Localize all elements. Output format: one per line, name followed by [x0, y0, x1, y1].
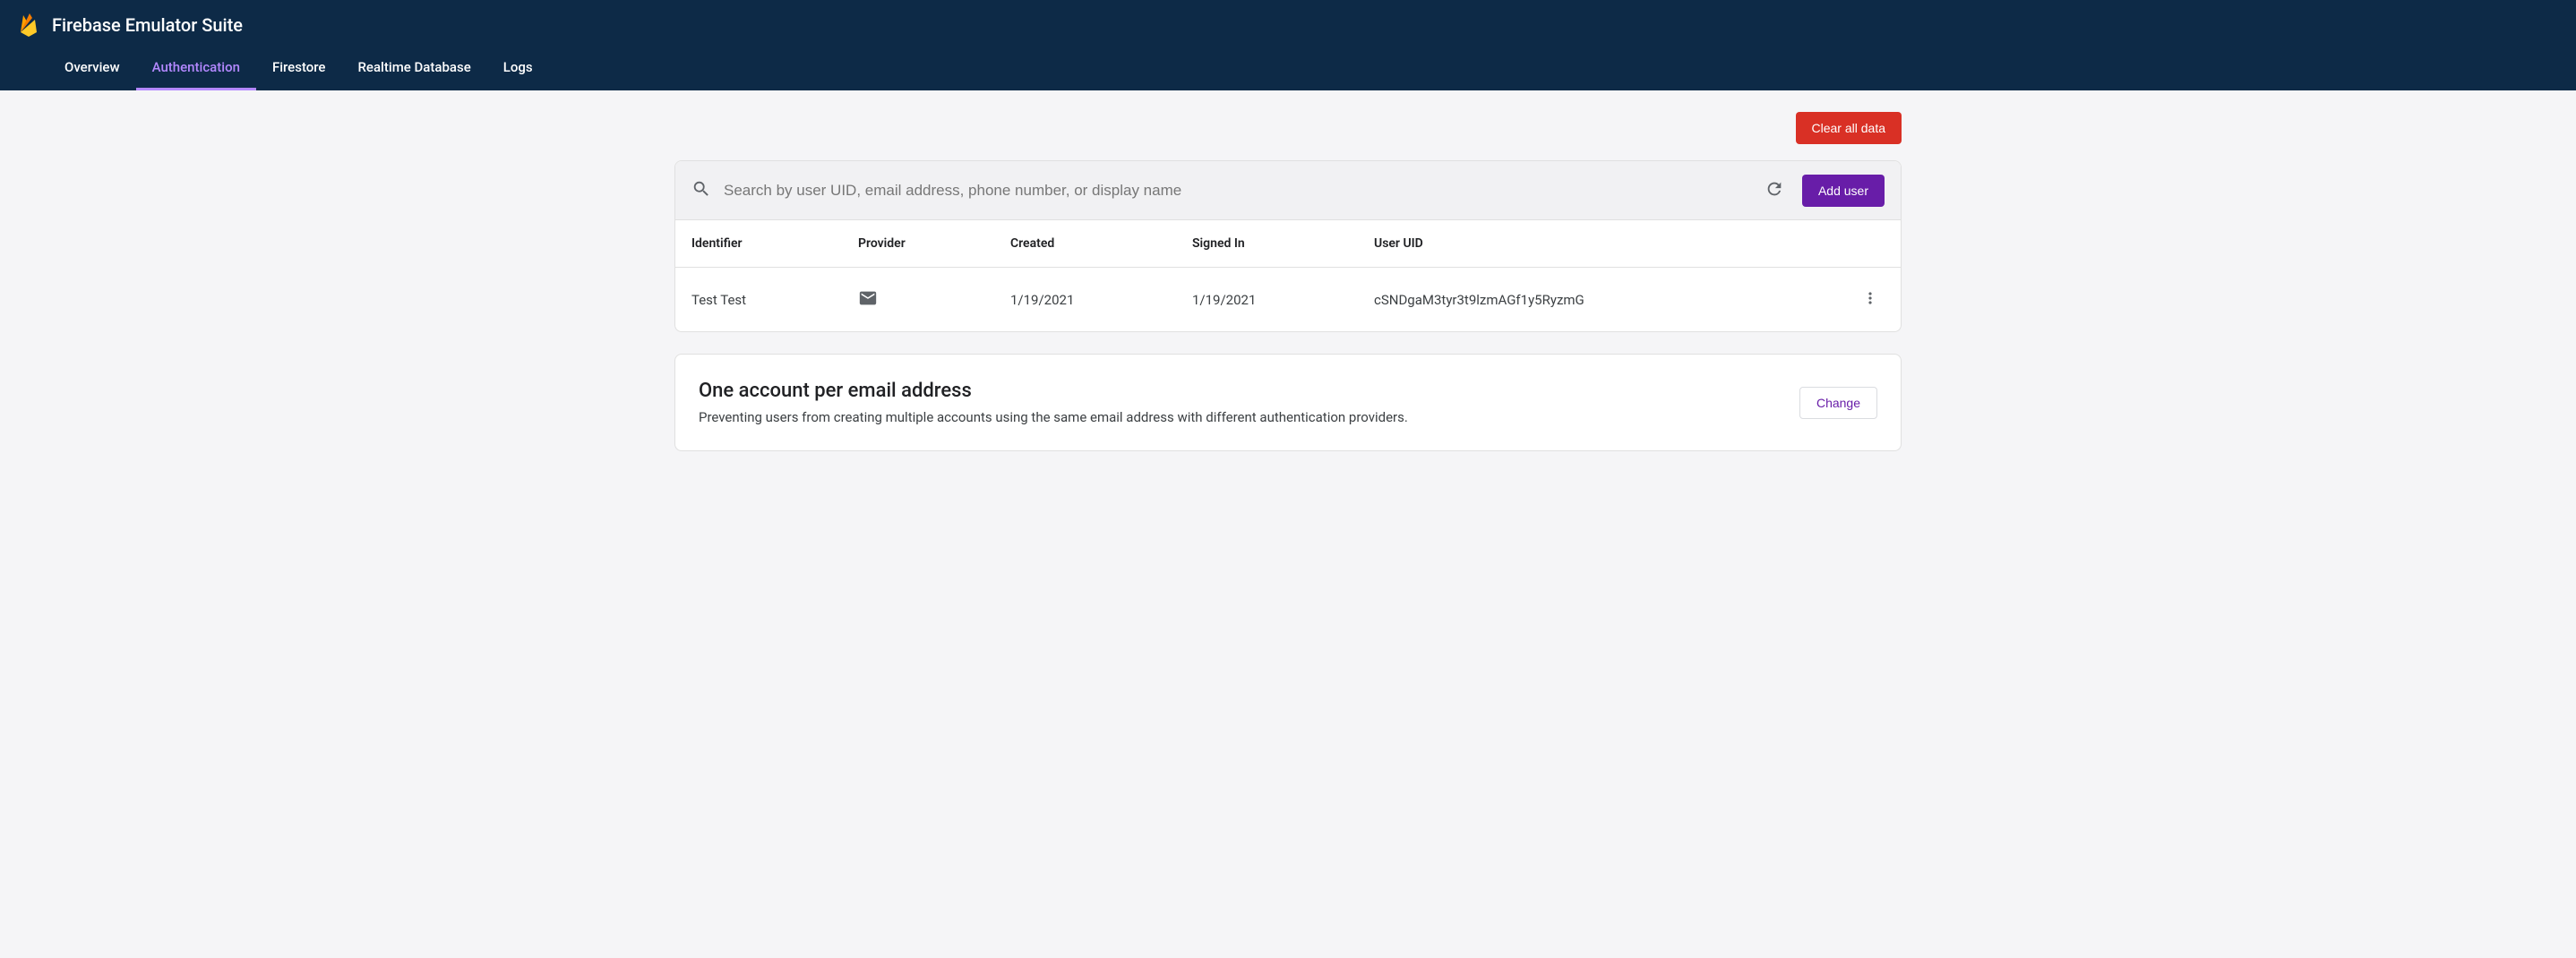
row-more-button[interactable] [1856, 284, 1885, 315]
row-actions [1831, 284, 1885, 315]
firebase-logo-icon [18, 13, 39, 38]
column-header-created: Created [1010, 236, 1192, 251]
cell-user-uid: cSNDgaM3tyr3t9lzmAGf1y5RyzmG [1374, 292, 1831, 308]
cell-identifier: Test Test [691, 292, 858, 308]
clear-all-data-button[interactable]: Clear all data [1796, 112, 1902, 144]
column-header-provider: Provider [858, 236, 1010, 251]
refresh-button[interactable] [1759, 174, 1790, 207]
column-header-identifier: Identifier [691, 236, 858, 251]
settings-card: One account per email address Preventing… [674, 354, 1902, 451]
search-toolbar: Add user [675, 161, 1901, 220]
tab-logs[interactable]: Logs [487, 47, 549, 90]
tab-overview[interactable]: Overview [48, 47, 136, 90]
table-row: Test Test 1/19/2021 1/19/2021 cSNDgaM3ty… [675, 268, 1901, 331]
change-button[interactable]: Change [1799, 387, 1877, 419]
settings-text: One account per email address Preventing… [699, 380, 1408, 425]
tab-firestore[interactable]: Firestore [256, 47, 342, 90]
settings-description: Preventing users from creating multiple … [699, 409, 1408, 425]
settings-title: One account per email address [699, 380, 1408, 402]
header-top-row: Firebase Emulator Suite [0, 0, 2576, 47]
tab-realtime-database[interactable]: Realtime Database [341, 47, 486, 90]
cell-provider [858, 288, 1010, 312]
main-content: Clear all data Add user Identifier Provi… [674, 90, 1902, 473]
users-card: Add user Identifier Provider Created Sig… [674, 160, 1902, 332]
cell-signed-in: 1/19/2021 [1192, 292, 1374, 308]
tab-authentication[interactable]: Authentication [136, 47, 256, 90]
top-actions-row: Clear all data [674, 112, 1902, 160]
email-icon [858, 295, 878, 312]
nav-tabs: Overview Authentication Firestore Realti… [0, 47, 2576, 90]
page-title: Firebase Emulator Suite [52, 14, 243, 36]
refresh-icon [1765, 179, 1784, 201]
column-header-user-uid: User UID [1374, 236, 1831, 251]
search-input[interactable] [724, 182, 1747, 200]
add-user-button[interactable]: Add user [1802, 175, 1885, 207]
column-header-signed-in: Signed In [1192, 236, 1374, 251]
app-header: Firebase Emulator Suite Overview Authent… [0, 0, 2576, 90]
table-header-row: Identifier Provider Created Signed In Us… [675, 220, 1901, 268]
more-vert-icon [1861, 296, 1879, 310]
search-icon [691, 179, 711, 202]
cell-created: 1/19/2021 [1010, 292, 1192, 308]
